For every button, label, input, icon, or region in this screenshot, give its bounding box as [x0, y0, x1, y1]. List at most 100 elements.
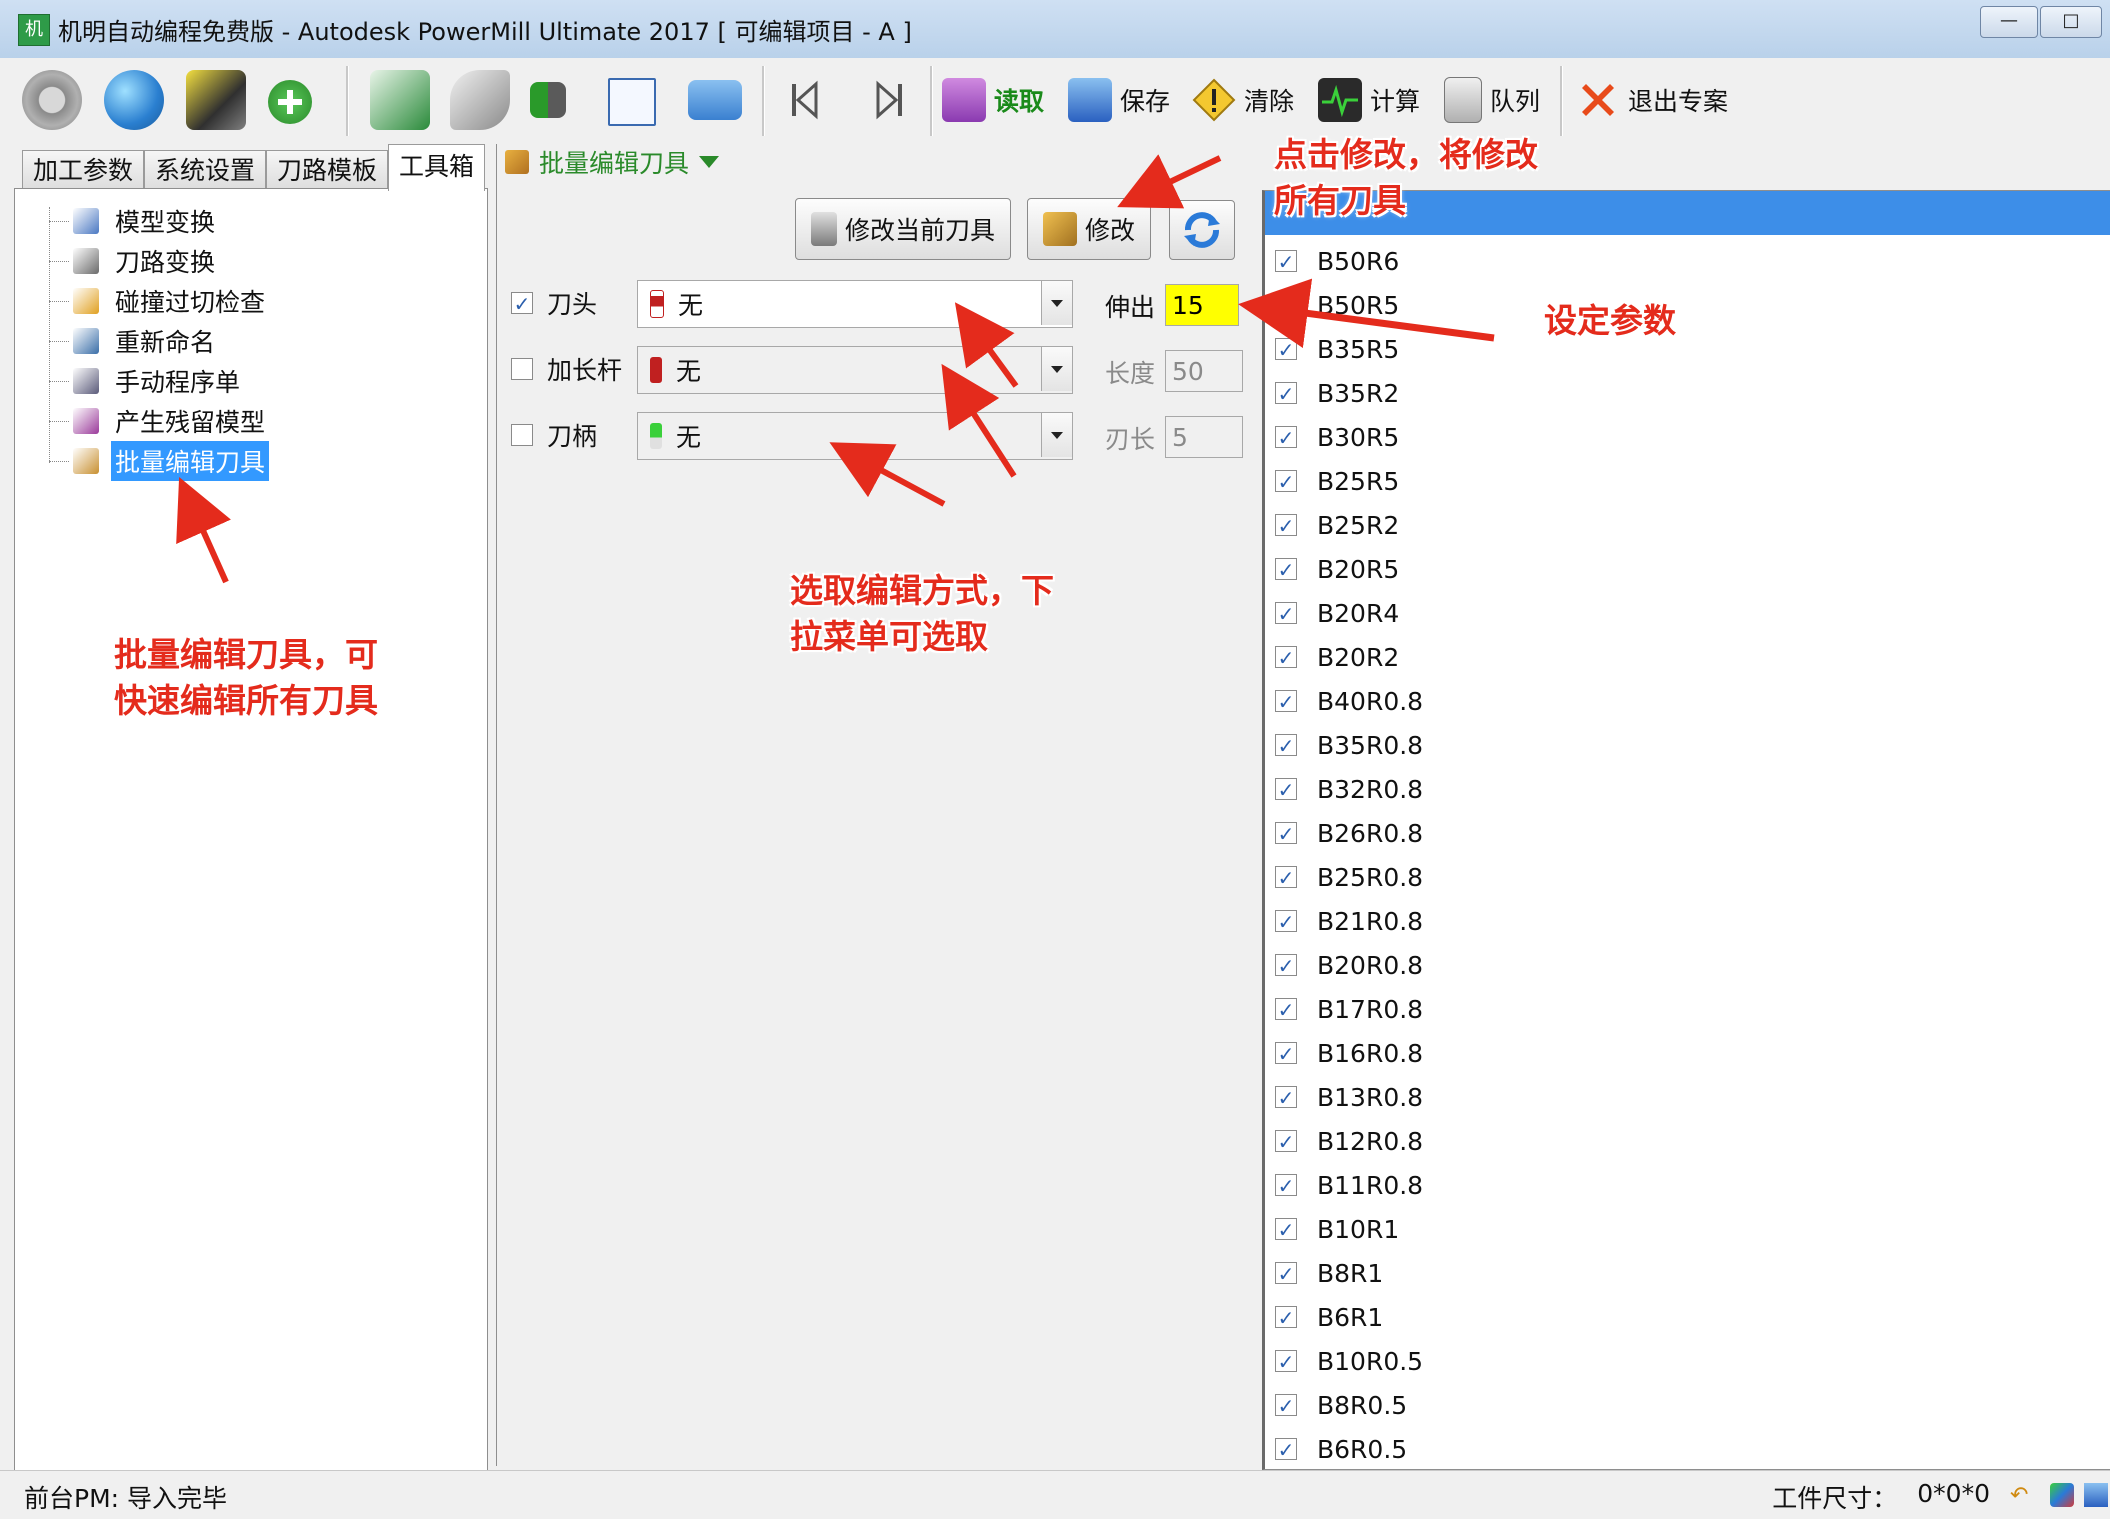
dropdown-arrow-icon[interactable]: [1041, 413, 1072, 457]
holder-checkbox[interactable]: [511, 424, 533, 446]
tool-checkbox[interactable]: ✓: [1275, 602, 1297, 625]
list-item[interactable]: ✓ B25R5: [1275, 459, 1399, 503]
tab-system-settings[interactable]: 系统设置: [144, 150, 267, 191]
dropdown-arrow-icon[interactable]: [1041, 347, 1072, 391]
tool-checkbox[interactable]: ✓: [1275, 470, 1297, 493]
tool-checkbox[interactable]: ✓: [1275, 866, 1297, 889]
exit-project-button[interactable]: 退出专案: [1576, 72, 1728, 128]
list-item[interactable]: ✓ B13R0.8: [1275, 1075, 1423, 1119]
read-button[interactable]: 读取: [942, 72, 1044, 128]
list-item[interactable]: ✓ B50R5: [1275, 283, 1399, 327]
list-item[interactable]: ✓ B8R1: [1275, 1251, 1383, 1295]
tool-checkbox[interactable]: ✓: [1275, 822, 1297, 845]
list-item[interactable]: ✓ B50R6: [1275, 239, 1399, 283]
overhang-input[interactable]: 15: [1165, 284, 1239, 326]
tool-checkbox[interactable]: ✓: [1275, 1042, 1297, 1065]
tree-item[interactable]: 碰撞过切检查: [73, 283, 269, 319]
tool-checkbox[interactable]: ✓: [1275, 690, 1297, 713]
list-item[interactable]: ✓ B8R0.5: [1275, 1383, 1407, 1427]
tree-item[interactable]: 手动程序单: [73, 363, 244, 399]
tool-checkbox[interactable]: ✓: [1275, 250, 1297, 273]
holder-select[interactable]: 无: [637, 412, 1073, 460]
tool-checkbox[interactable]: ✓: [1275, 1350, 1297, 1373]
folder-icon[interactable]: [688, 80, 742, 120]
tip-checkbox[interactable]: ✓: [511, 292, 533, 315]
list-item[interactable]: ✓ B20R2: [1275, 635, 1399, 679]
extension-checkbox[interactable]: [511, 358, 533, 380]
list-item[interactable]: ✓ B20R4: [1275, 591, 1399, 635]
list-item[interactable]: ✓ B6R0.5: [1275, 1427, 1407, 1471]
list-item[interactable]: ✓ B32R0.8: [1275, 767, 1423, 811]
tab-toolbox[interactable]: 工具箱: [388, 144, 486, 191]
tool-checkbox[interactable]: ✓: [1275, 514, 1297, 537]
tool-checkbox[interactable]: ✓: [1275, 734, 1297, 757]
list-item[interactable]: ✓ B35R5: [1275, 327, 1399, 371]
tool-checkbox[interactable]: ✓: [1275, 646, 1297, 669]
extension-select[interactable]: 无: [637, 346, 1073, 394]
dropdown-arrow-icon[interactable]: [1041, 281, 1072, 325]
last-record-icon[interactable]: [866, 76, 914, 124]
save-button[interactable]: 保存: [1068, 72, 1170, 128]
tool-checkbox[interactable]: ✓: [1275, 910, 1297, 933]
settings-gear-icon[interactable]: [22, 70, 82, 130]
tool-checkbox[interactable]: ✓: [1275, 338, 1297, 361]
list-item[interactable]: ✓ B35R2: [1275, 371, 1399, 415]
tree-item[interactable]: 重新命名: [73, 323, 219, 359]
flute-length-input[interactable]: 5: [1165, 416, 1243, 458]
clear-button[interactable]: 清除: [1192, 72, 1294, 128]
excel-icon[interactable]: [370, 70, 430, 130]
list-item[interactable]: ✓ B26R0.8: [1275, 811, 1423, 855]
panel-header[interactable]: 批量编辑刀具: [505, 144, 720, 180]
compute-button[interactable]: 计算: [1318, 72, 1420, 128]
list-item[interactable]: ✓ B6R1: [1275, 1295, 1383, 1339]
list-item[interactable]: ✓ B11R0.8: [1275, 1163, 1423, 1207]
tool-checkbox[interactable]: ✓: [1275, 1306, 1297, 1329]
list-item[interactable]: ✓ B10R1: [1275, 1207, 1399, 1251]
list-item[interactable]: ✓ B17R0.8: [1275, 987, 1423, 1031]
list-item[interactable]: ✓ B30R5: [1275, 415, 1399, 459]
list-item[interactable]: ✓ B25R0.8: [1275, 855, 1423, 899]
tool-checkbox[interactable]: ✓: [1275, 382, 1297, 405]
tool-checkbox[interactable]: ✓: [1275, 1394, 1297, 1417]
import-icon[interactable]: [530, 82, 566, 118]
wrench-icon[interactable]: [450, 70, 510, 130]
tool-checkbox[interactable]: ✓: [1275, 998, 1297, 1021]
tree-structure-icon[interactable]: [608, 78, 656, 126]
tree-item[interactable]: 模型变换: [73, 203, 219, 239]
view-cube-icon[interactable]: [2050, 1483, 2074, 1507]
undo-icon[interactable]: ↶: [2010, 1483, 2034, 1508]
tool-checkbox[interactable]: ✓: [1275, 1174, 1297, 1197]
list-item[interactable]: ✓ B25R2: [1275, 503, 1399, 547]
tree-item[interactable]: 刀路变换: [73, 243, 219, 279]
machine-icon[interactable]: [186, 70, 246, 130]
modify-button[interactable]: 修改: [1027, 198, 1151, 260]
first-record-icon[interactable]: [780, 76, 828, 124]
add-icon[interactable]: [268, 80, 312, 124]
tip-select[interactable]: 无: [637, 280, 1073, 328]
tab-machining-params[interactable]: 加工参数: [22, 150, 145, 191]
tool-checkbox[interactable]: ✓: [1275, 426, 1297, 449]
minimize-button[interactable]: —: [1980, 6, 2038, 38]
length-input[interactable]: 50: [1165, 350, 1243, 392]
tool-checkbox[interactable]: ✓: [1275, 778, 1297, 801]
tool-checkbox[interactable]: ✓: [1275, 558, 1297, 581]
globe-icon[interactable]: [104, 70, 164, 130]
list-item[interactable]: ✓ B16R0.8: [1275, 1031, 1423, 1075]
refresh-button[interactable]: [1169, 200, 1235, 260]
panel-icon[interactable]: [2084, 1483, 2108, 1507]
maximize-button[interactable]: □: [2040, 6, 2102, 38]
list-item[interactable]: ✓ B12R0.8: [1275, 1119, 1423, 1163]
tree-item[interactable]: 产生残留模型: [73, 403, 269, 439]
tool-checkbox[interactable]: ✓: [1275, 294, 1297, 317]
list-item[interactable]: ✓ B40R0.8: [1275, 679, 1423, 723]
tool-checkbox[interactable]: ✓: [1275, 1262, 1297, 1285]
tab-toolpath-templates[interactable]: 刀路模板: [266, 150, 389, 191]
list-item[interactable]: ✓ B21R0.8: [1275, 899, 1423, 943]
modify-current-tool-button[interactable]: 修改当前刀具: [795, 198, 1011, 260]
tool-checkbox[interactable]: ✓: [1275, 1218, 1297, 1241]
tool-checkbox[interactable]: ✓: [1275, 1438, 1297, 1461]
tool-checkbox[interactable]: ✓: [1275, 954, 1297, 977]
list-item[interactable]: ✓ B20R5: [1275, 547, 1399, 591]
tool-checkbox[interactable]: ✓: [1275, 1130, 1297, 1153]
list-item[interactable]: ✓ B35R0.8: [1275, 723, 1423, 767]
